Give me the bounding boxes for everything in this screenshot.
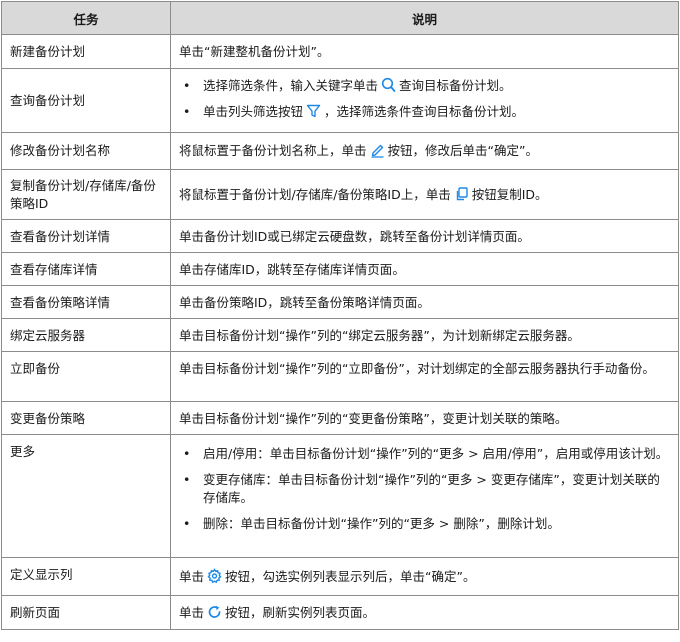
bullet: • — [183, 472, 191, 487]
task-cell: 刷新页面 — [1, 595, 171, 630]
table-header-row: 任务 说明 — [1, 1, 679, 35]
text: 单击 — [179, 604, 205, 620]
task-cell: 查看备份策略详情 — [1, 285, 171, 319]
table-row: 绑定云服务器 单击目标备份计划“操作”列的“绑定云服务器”，为计划新绑定云服务器… — [1, 318, 679, 352]
task-cell: 变更备份策略 — [1, 401, 171, 435]
description-cell: • 启用/停用：单击目标备份计划“操作”列的“更多 > 启用/停用”，启用或停用该… — [170, 434, 679, 558]
table-row: 立即备份 单击目标备份计划“操作”列的“立即备份”，对计划绑定的全部云服务器执行… — [1, 351, 679, 402]
description-cell: 单击 按钮，刷新实例列表页面。 — [170, 595, 679, 630]
refresh-icon — [207, 604, 222, 620]
text: 查询目标备份计划。 — [399, 78, 512, 93]
text: 启用/停用：单击目标备份计划“操作”列的“更多 > 启用/停用”，启用或停用该计… — [203, 446, 669, 461]
task-cell: 复制备份计划/存储库/备份策略ID — [1, 169, 171, 220]
table-row: 变更备份策略 单击目标备份计划“操作”列的“变更备份策略”，变更计划关联的策略。 — [1, 401, 679, 435]
text: 按钮复制ID。 — [471, 186, 548, 202]
text: 单击列头筛选按钮 — [203, 104, 304, 119]
table-row: 查看备份策略详情 单击备份策略ID，跳转至备份策略详情页面。 — [1, 285, 679, 319]
list-item: • 启用/停用：单击目标备份计划“操作”列的“更多 > 启用/停用”，启用或停用该… — [179, 445, 670, 463]
text: 将鼠标置于备份计划/存储库/备份策略ID上，单击 — [179, 186, 451, 202]
task-cell: 定义显示列 — [1, 557, 171, 596]
description-cell: 单击备份策略ID，跳转至备份策略详情页面。 — [170, 285, 679, 319]
table-row: 定义显示列 单击 按钮，勾选实例列表显示列后，单击“确定”。 — [1, 557, 679, 596]
table-row: 查看存储库详情 单击存储库ID，跳转至存储库详情页面。 — [1, 252, 679, 286]
table-row: 刷新页面 单击 按钮，刷新实例列表页面。 — [1, 595, 679, 630]
task-label: 查询备份计划 — [10, 92, 86, 108]
text: 按钮，勾选实例列表显示列后，单击“确定”。 — [225, 568, 476, 584]
list-item: • 选择筛选条件，输入关键字单击 查询目标备份计划。 — [179, 77, 670, 95]
header-task: 任务 — [1, 1, 171, 35]
gear-icon — [207, 567, 222, 584]
task-cell: 修改备份计划名称 — [1, 132, 171, 170]
task-cell: 立即备份 — [1, 351, 171, 402]
text: 将鼠标置于备份计划名称上，单击 — [179, 143, 367, 158]
description-cell: 单击目标备份计划“操作”列的“绑定云服务器”，为计划新绑定云服务器。 — [170, 318, 679, 352]
list-item: • 单击列头筛选按钮 ，选择筛选条件查询目标备份计划。 — [179, 103, 670, 121]
description-cell: 单击存储库ID，跳转至存储库详情页面。 — [170, 252, 679, 286]
bullet: • — [183, 78, 191, 93]
table-row: 查看备份计划详情 单击备份计划ID或已绑定云硬盘数，跳转至备份计划详情页面。 — [1, 219, 679, 253]
text: 按钮，修改后单击“确定”。 — [387, 143, 538, 158]
table-row: 修改备份计划名称 将鼠标置于备份计划名称上，单击 按钮，修改后单击“确定”。 — [1, 132, 679, 170]
description-cell: 将鼠标置于备份计划名称上，单击 按钮，修改后单击“确定”。 — [170, 132, 679, 170]
text: 选择筛选条件，输入关键字单击 — [203, 78, 379, 93]
bullet: • — [183, 446, 191, 461]
bullet: • — [183, 516, 191, 531]
table-row: 新建备份计划 单击“新建整机备份计划”。 — [1, 34, 679, 69]
task-cell: 查询备份计划 — [1, 68, 171, 133]
bullet-list: • 选择筛选条件，输入关键字单击 查询目标备份计划。 • 单击列头筛选按钮 ，选择筛选条… — [179, 77, 670, 121]
text: 按钮，刷新实例列表页面。 — [225, 604, 376, 620]
operations-table: 任务 说明 新建备份计划 单击“新建整机备份计划”。 查询备份计划 • 选择筛选条… — [1, 1, 679, 630]
list-item: • 变更存储库：单击目标备份计划“操作”列的“更多 > 变更存储库”，变更计划关联… — [179, 471, 670, 507]
task-cell: 新建备份计划 — [1, 34, 171, 69]
table-row: 复制备份计划/存储库/备份策略ID 将鼠标置于备份计划/存储库/备份策略ID上，… — [1, 169, 679, 220]
description-cell: 单击“新建整机备份计划”。 — [170, 34, 679, 69]
copy-icon — [454, 186, 469, 202]
edit-icon — [370, 142, 385, 158]
table-row: 更多 • 启用/停用：单击目标备份计划“操作”列的“更多 > 启用/停用”，启用或… — [1, 434, 679, 558]
table-row: 查询备份计划 • 选择筛选条件，输入关键字单击 查询目标备份计划。 • 单击列头筛选按… — [1, 68, 679, 133]
list-item: • 删除：单击目标备份计划“操作”列的“更多 > 删除”，删除计划。 — [179, 515, 670, 533]
text: 单击 — [179, 568, 205, 584]
task-cell: 查看存储库详情 — [1, 252, 171, 286]
search-icon — [381, 77, 396, 93]
task-cell: 更多 — [1, 434, 171, 558]
description-cell: 将鼠标置于备份计划/存储库/备份策略ID上，单击 按钮复制ID。 — [170, 169, 679, 220]
header-description: 说明 — [170, 1, 679, 35]
bullet-list: • 启用/停用：单击目标备份计划“操作”列的“更多 > 启用/停用”，启用或停用该… — [179, 445, 670, 533]
description-cell: 单击备份计划ID或已绑定云硬盘数，跳转至备份计划详情页面。 — [170, 219, 679, 253]
text: 变更存储库：单击目标备份计划“操作”列的“更多 > 变更存储库”，变更计划关联的… — [203, 472, 660, 505]
task-cell: 绑定云服务器 — [1, 318, 171, 352]
filter-icon — [306, 103, 321, 119]
description-cell: • 选择筛选条件，输入关键字单击 查询目标备份计划。 • 单击列头筛选按钮 ，选择筛选条… — [170, 68, 679, 133]
description-cell: 单击目标备份计划“操作”列的“变更备份策略”，变更计划关联的策略。 — [170, 401, 679, 435]
bullet: • — [183, 104, 191, 119]
text: ，选择筛选条件查询目标备份计划。 — [324, 104, 525, 119]
task-cell: 查看备份计划详情 — [1, 219, 171, 253]
description-cell: 单击 按钮，勾选实例列表显示列后，单击“确定”。 — [170, 557, 679, 596]
text: 删除：单击目标备份计划“操作”列的“更多 > 删除”，删除计划。 — [203, 516, 560, 531]
description-cell: 单击目标备份计划“操作”列的“立即备份”，对计划绑定的全部云服务器执行手动备份。 — [170, 351, 679, 402]
